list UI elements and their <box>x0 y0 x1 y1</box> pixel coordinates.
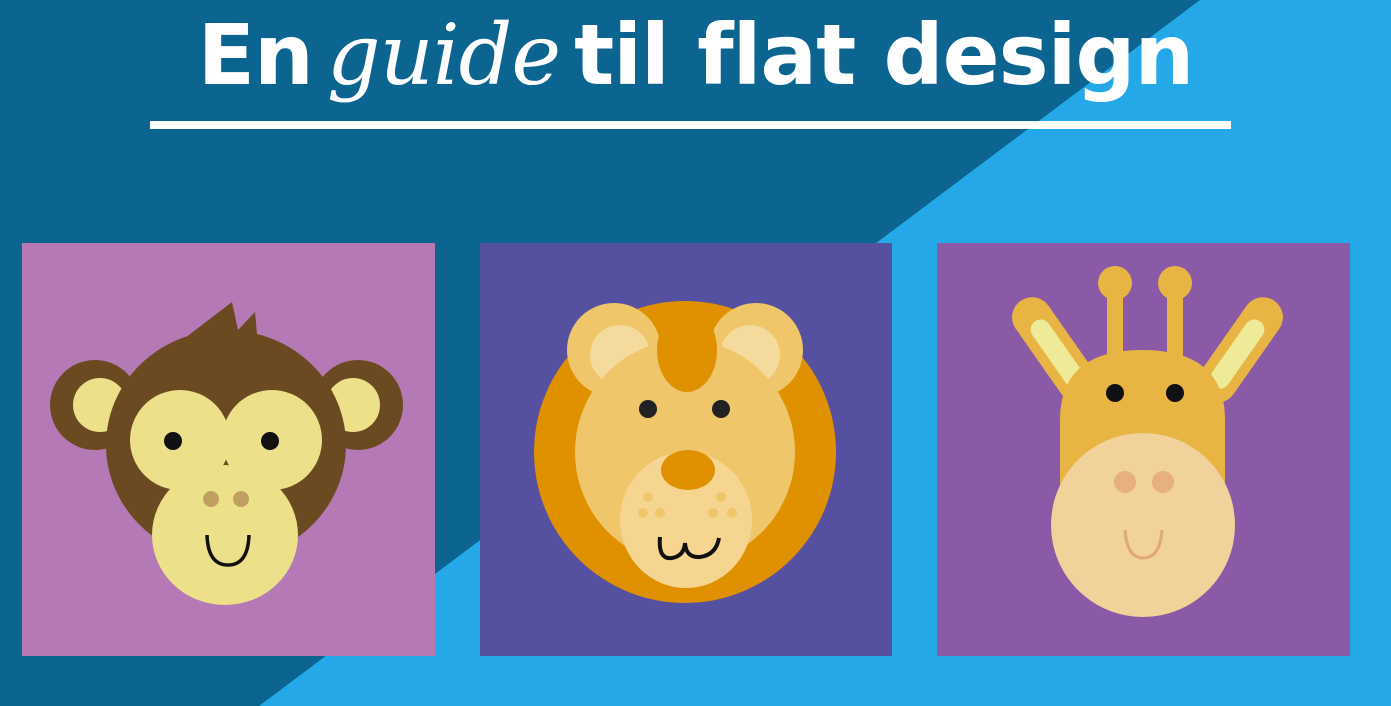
title-underline <box>150 121 1231 129</box>
lion-panel <box>480 243 892 656</box>
page-title: En guide til flat design <box>0 0 1391 110</box>
title-part1: En <box>197 6 314 104</box>
title-part2: til flat design <box>574 6 1194 104</box>
giraffe-panel <box>937 243 1350 656</box>
banner: En guide til flat design <box>0 0 1391 706</box>
title-emphasis: guide <box>326 6 561 104</box>
monkey-panel <box>22 243 435 656</box>
